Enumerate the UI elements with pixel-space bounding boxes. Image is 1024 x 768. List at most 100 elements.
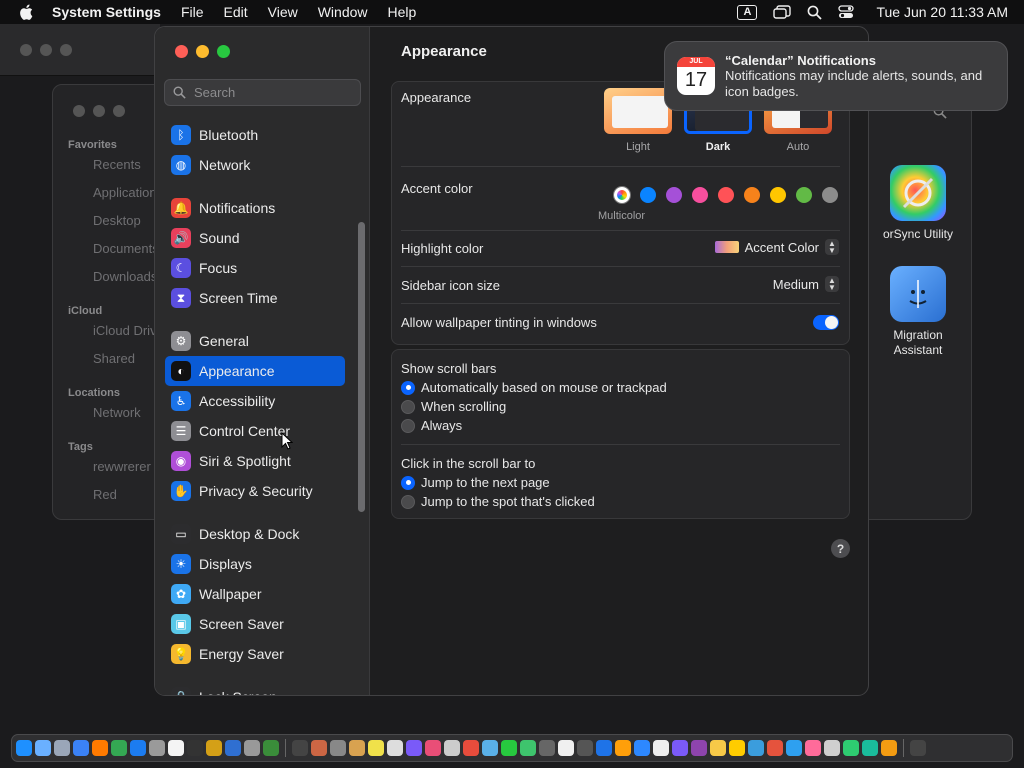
dock-app-icon[interactable]: [729, 740, 745, 756]
dock-app-icon[interactable]: [539, 740, 555, 756]
sidebar-item-focus[interactable]: ☾ Focus: [165, 253, 345, 283]
search-input[interactable]: [194, 85, 344, 100]
dock-app-icon[interactable]: [244, 740, 260, 756]
finder-sidebar-item[interactable]: Shared: [53, 345, 163, 373]
finder-sidebar-item[interactable]: Applications: [53, 179, 163, 207]
sidebar-item-wallpaper[interactable]: ✿ Wallpaper: [165, 579, 345, 609]
app-tile-migration[interactable]: Migration Assistant: [863, 266, 971, 358]
dock-app-icon[interactable]: [311, 740, 327, 756]
radio-scroll-when-scrolling[interactable]: When scrolling: [401, 399, 506, 414]
dock-app-icon[interactable]: [615, 740, 631, 756]
dock-app-icon[interactable]: [292, 740, 308, 756]
dock-app-icon[interactable]: [805, 740, 821, 756]
dock-app-icon[interactable]: [187, 740, 203, 756]
accent-swatch[interactable]: [796, 187, 812, 203]
dock-app-icon[interactable]: [748, 740, 764, 756]
sidebar-item-screen-saver[interactable]: ▣ Screen Saver: [165, 609, 345, 639]
menu-edit[interactable]: Edit: [214, 4, 258, 20]
dock-app-icon[interactable]: [482, 740, 498, 756]
dock-app-icon[interactable]: [634, 740, 650, 756]
menu-file[interactable]: File: [171, 4, 214, 20]
sidebar-item-privacy-security[interactable]: ✋ Privacy & Security: [165, 476, 345, 506]
finder-sidebar-item[interactable]: Downloads: [53, 263, 163, 291]
radio-scroll-automatic[interactable]: Automatically based on mouse or trackpad: [401, 380, 667, 395]
accent-swatch[interactable]: [718, 187, 734, 203]
dock-app-icon[interactable]: [406, 740, 422, 756]
sidebar-item-sound[interactable]: 🔊 Sound: [165, 223, 345, 253]
dock-app-icon[interactable]: [168, 740, 184, 756]
theme-light[interactable]: Light: [604, 88, 672, 153]
accent-swatch[interactable]: [744, 187, 760, 203]
dock-app-icon[interactable]: [206, 740, 222, 756]
dock-app-icon[interactable]: [767, 740, 783, 756]
dock-app-icon[interactable]: [786, 740, 802, 756]
sidebar-item-accessibility[interactable]: ♿ Accessibility: [165, 386, 345, 416]
dock-app-icon[interactable]: [653, 740, 669, 756]
sidebar-item-control-center[interactable]: ☰ Control Center: [165, 416, 345, 446]
dock-app-icon[interactable]: [691, 740, 707, 756]
sidebar-item-bluetooth[interactable]: ᛒ Bluetooth: [165, 120, 345, 150]
dock-app-icon[interactable]: [672, 740, 688, 756]
dock-app-icon[interactable]: [111, 740, 127, 756]
menu-view[interactable]: View: [258, 4, 308, 20]
dock-app-icon[interactable]: [577, 740, 593, 756]
dock-app-icon[interactable]: [444, 740, 460, 756]
minimize-icon[interactable]: [196, 45, 209, 58]
dock-app-icon[interactable]: [368, 740, 384, 756]
dock-app-icon[interactable]: [263, 740, 279, 756]
calendar-notification[interactable]: JUL 17 “Calendar” Notifications Notifica…: [664, 41, 1008, 111]
dock-app-icon[interactable]: [558, 740, 574, 756]
finder-sidebar-item[interactable]: Recents: [53, 151, 163, 179]
apple-menu[interactable]: [0, 4, 52, 20]
sidebar-search[interactable]: [164, 79, 361, 106]
dock-app-icon[interactable]: [92, 740, 108, 756]
control-center-status[interactable]: [830, 5, 862, 19]
dock-app-icon[interactable]: [149, 740, 165, 756]
accent-swatch[interactable]: [822, 187, 838, 203]
radio-jump-to-spot[interactable]: Jump to the spot that's clicked: [401, 494, 595, 509]
dock-app-icon[interactable]: [910, 740, 926, 756]
dock-app-icon[interactable]: [843, 740, 859, 756]
dock-app-icon[interactable]: [16, 740, 32, 756]
dock-app-icon[interactable]: [520, 740, 536, 756]
radio-scroll-always[interactable]: Always: [401, 418, 462, 433]
accent-swatch[interactable]: [692, 187, 708, 203]
stage-manager-status[interactable]: [765, 5, 799, 19]
accent-swatch[interactable]: [770, 187, 786, 203]
sidebar-item-lock-screen[interactable]: 🔒 Lock Screen: [165, 682, 345, 695]
input-source-status[interactable]: A: [729, 4, 765, 20]
dock-app-icon[interactable]: [349, 740, 365, 756]
dock-app-icon[interactable]: [73, 740, 89, 756]
finder-sidebar-item[interactable]: iCloud Drive: [53, 317, 163, 345]
finder-sidebar-item[interactable]: Red: [53, 481, 163, 509]
dock-app-icon[interactable]: [35, 740, 51, 756]
dock-app-icon[interactable]: [387, 740, 403, 756]
sidebar-item-energy-saver[interactable]: 💡 Energy Saver: [165, 639, 345, 669]
sidebar-item-appearance[interactable]: ◐ Appearance: [165, 356, 345, 386]
dock-app-icon[interactable]: [881, 740, 897, 756]
sidebar-icon-size-popup[interactable]: Medium ▲ ▼: [773, 276, 839, 292]
app-tile-colorsync[interactable]: orSync Utility: [863, 165, 971, 242]
sidebar-item-general[interactable]: ⚙ General: [165, 326, 345, 356]
dock-app-icon[interactable]: [501, 740, 517, 756]
accent-swatch[interactable]: [666, 187, 682, 203]
dock-app-icon[interactable]: [225, 740, 241, 756]
scrollbar-thumb[interactable]: [358, 222, 365, 512]
close-icon[interactable]: [175, 45, 188, 58]
dock-app-icon[interactable]: [824, 740, 840, 756]
finder-sidebar-item[interactable]: Documents: [53, 235, 163, 263]
sidebar-item-desktop-dock[interactable]: ▭ Desktop & Dock: [165, 519, 345, 549]
finder-sidebar-item[interactable]: Network: [53, 399, 163, 427]
spotlight-status[interactable]: [799, 5, 830, 20]
dock-app-icon[interactable]: [463, 740, 479, 756]
wallpaper-tinting-toggle[interactable]: [813, 315, 839, 330]
finder-sidebar-item[interactable]: Desktop: [53, 207, 163, 235]
zoom-icon[interactable]: [217, 45, 230, 58]
sidebar-item-displays[interactable]: ☀ Displays: [165, 549, 345, 579]
sidebar-item-siri-spotlight[interactable]: ◉ Siri & Spotlight: [165, 446, 345, 476]
dock-app-icon[interactable]: [710, 740, 726, 756]
finder-sidebar-item[interactable]: rewwrerer: [53, 453, 163, 481]
sidebar-item-screen-time[interactable]: ⧗ Screen Time: [165, 283, 345, 313]
menu-app-name[interactable]: System Settings: [52, 4, 171, 20]
radio-jump-next-page[interactable]: Jump to the next page: [401, 475, 550, 490]
